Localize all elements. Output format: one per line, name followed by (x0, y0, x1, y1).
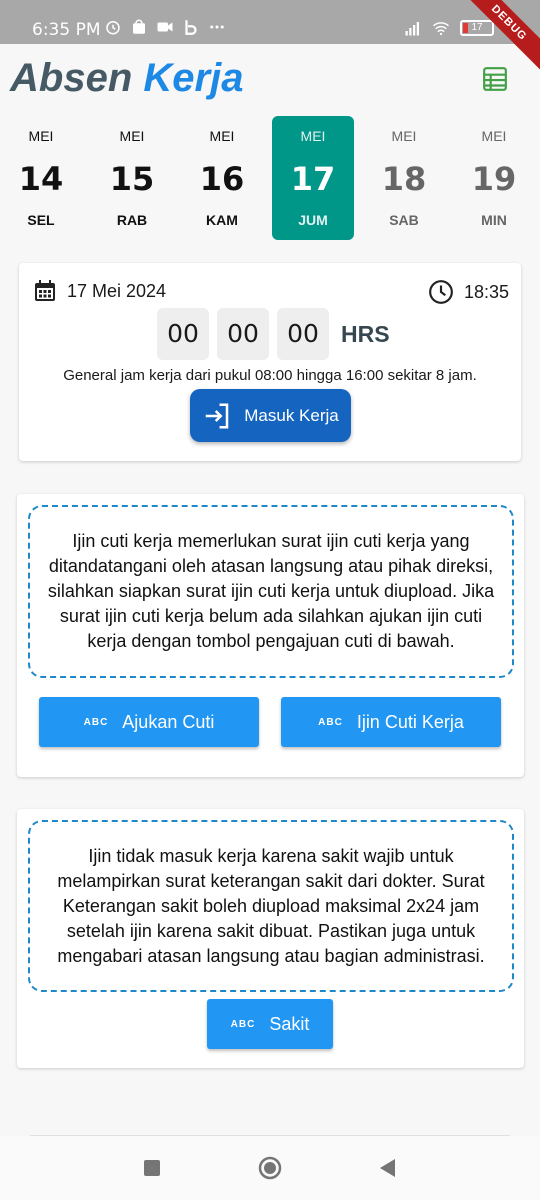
status-icons-left (104, 18, 226, 36)
leave-permit-label: Ijin Cuti Kerja (356, 711, 464, 732)
timer-seconds: 00 (277, 308, 329, 360)
date-month: MEI (300, 128, 326, 144)
spreadsheet-icon[interactable] (482, 66, 508, 92)
current-time-row: 18:35 (428, 279, 509, 305)
clock-icon (429, 280, 453, 304)
abc-icon: ABC (83, 716, 109, 728)
date-month: MEI (28, 128, 54, 144)
date-day: 14 (18, 160, 64, 198)
shopping-bag-icon (133, 19, 145, 34)
status-time: 6:35 PM (32, 20, 101, 40)
sick-label: Sakit (269, 1013, 310, 1034)
abc-icon: ABC (230, 1018, 256, 1030)
date-item[interactable]: MEI 16 KAM (181, 116, 263, 240)
app-title: Absen Kerja (10, 56, 243, 101)
calendar-icon (35, 280, 55, 301)
current-time: 18:35 (463, 281, 509, 302)
leave-card: Ijin cuti kerja memerlukan surat ijin cu… (17, 494, 524, 777)
date-day: 18 (381, 160, 427, 198)
date-day: 15 (109, 160, 155, 198)
apply-leave-button[interactable]: ABC Ajukan Cuti (39, 697, 259, 747)
date-item[interactable]: MEI 19 MIN (453, 116, 535, 240)
abc-icon: ABC (318, 716, 343, 728)
date-strip: MEI 14 SEL MEI 15 RAB MEI 16 KAM MEI 17 … (0, 116, 540, 240)
work-hours-note: General jam kerja dari pukul 08:00 hingg… (63, 367, 477, 384)
leave-info-text: Ijin cuti kerja memerlukan surat ijin cu… (47, 531, 495, 651)
timer-minutes: 00 (217, 308, 269, 360)
current-date: 17 Mei 2024 (67, 280, 167, 301)
sick-button[interactable]: ABC Sakit (207, 999, 333, 1049)
check-in-button[interactable]: Masuk Kerja (190, 389, 351, 442)
sick-info-text: Ijin tidak masuk kerja karena sakit waji… (57, 845, 485, 966)
sick-card: Ijin tidak masuk kerja karena sakit waji… (17, 809, 524, 1068)
timer-unit: HRS (341, 320, 390, 347)
date-month: MEI (119, 128, 145, 144)
date-day: 17 (290, 160, 336, 198)
back-icon[interactable] (376, 1156, 400, 1180)
date-weekday: JUM (298, 212, 328, 228)
check-in-label: Masuk Kerja (244, 405, 339, 425)
date-day: 16 (199, 160, 245, 198)
app-title-part1: Absen (10, 56, 133, 100)
app-title-part2: Kerja (143, 56, 244, 100)
date-weekday: RAB (116, 212, 148, 228)
leave-info-box: Ijin cuti kerja memerlukan surat ijin cu… (28, 505, 514, 678)
leave-permit-button[interactable]: ABC Ijin Cuti Kerja (281, 697, 501, 747)
date-month: MEI (391, 128, 417, 144)
date-day: 19 (471, 160, 517, 198)
date-weekday: KAM (206, 212, 238, 228)
date-weekday: SAB (389, 212, 419, 228)
signal-icon (405, 22, 419, 36)
work-timer: 00 00 00 HRS (157, 308, 390, 360)
sick-info-box: Ijin tidak masuk kerja karena sakit waji… (28, 820, 514, 992)
current-date-row: 17 Mei 2024 (33, 279, 166, 303)
date-month: MEI (209, 128, 235, 144)
date-weekday: MIN (481, 212, 507, 228)
date-item[interactable]: MEI 15 RAB (91, 116, 173, 240)
attendance-card: 17 Mei 2024 18:35 00 00 00 HRS General j… (19, 263, 521, 461)
home-icon[interactable] (258, 1156, 282, 1180)
alarm-icon (106, 21, 120, 35)
b-app-icon (185, 20, 197, 35)
system-nav-bar (0, 1136, 540, 1200)
timer-hours: 00 (157, 308, 209, 360)
recent-apps-icon[interactable] (140, 1156, 164, 1180)
date-weekday: SEL (27, 212, 55, 228)
login-icon (206, 403, 229, 428)
date-item-selected[interactable]: MEI 17 JUM (272, 116, 354, 240)
date-item[interactable]: MEI 18 SAB (363, 116, 445, 240)
apply-leave-label: Ajukan Cuti (122, 711, 215, 732)
more-dots-icon (210, 25, 224, 29)
date-month: MEI (481, 128, 507, 144)
video-camera-icon (157, 22, 173, 32)
date-item[interactable]: MEI 14 SEL (0, 116, 82, 240)
